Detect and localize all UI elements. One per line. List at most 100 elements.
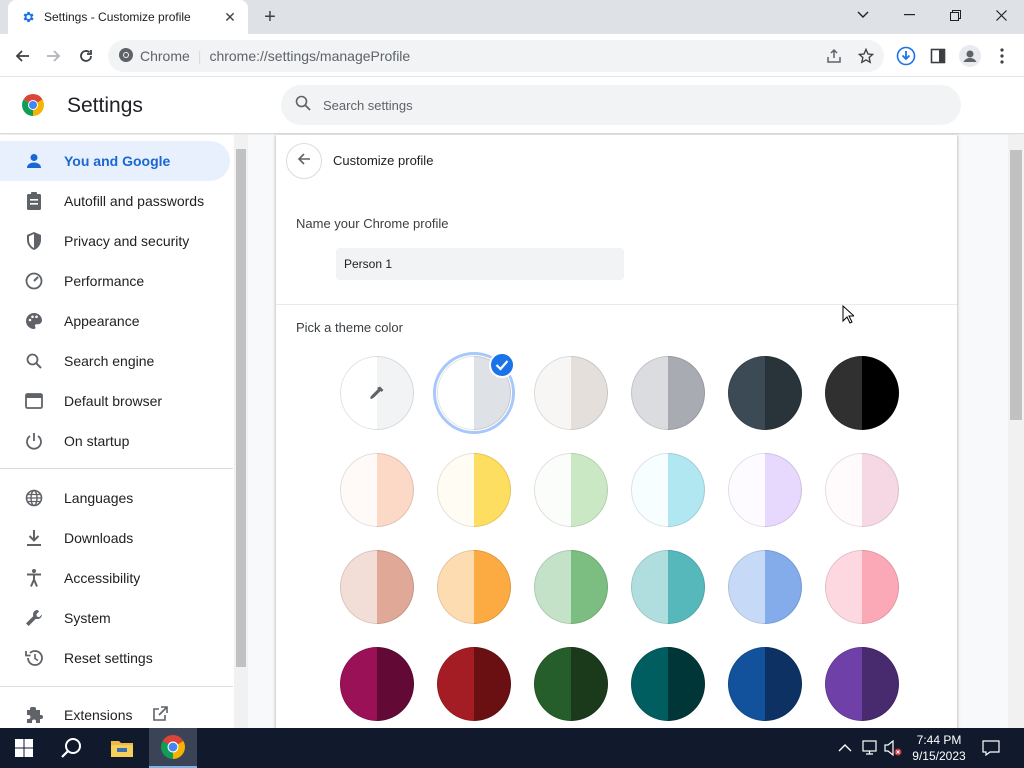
- tab-search-chevron-icon[interactable]: [840, 0, 886, 30]
- bookmark-star-icon[interactable]: [852, 42, 880, 70]
- search-placeholder: Search settings: [323, 97, 413, 113]
- custom-color-swatch[interactable]: [340, 356, 414, 430]
- side-panel-icon[interactable]: [924, 42, 952, 70]
- external-link-icon: [152, 705, 169, 725]
- profile-avatar-icon[interactable]: [956, 42, 984, 70]
- sidebar-item-label: Search engine: [64, 353, 155, 369]
- sidebar-item-performance[interactable]: Performance: [0, 261, 230, 301]
- palette-icon: [24, 311, 44, 331]
- puzzle-icon: [24, 705, 44, 725]
- close-window-button[interactable]: [978, 0, 1024, 30]
- theme-color-swatch[interactable]: [631, 356, 705, 430]
- profile-name-input[interactable]: [336, 248, 624, 280]
- settings-sidebar: You and Google Autofill and passwords Pr…: [0, 135, 233, 728]
- search-icon: [295, 95, 311, 116]
- restore-button[interactable]: [932, 0, 978, 30]
- theme-color-swatch[interactable]: [534, 453, 608, 527]
- download-icon: [24, 528, 44, 548]
- sidebar-item-downloads[interactable]: Downloads: [0, 518, 230, 558]
- taskbar-search-icon[interactable]: [48, 728, 96, 768]
- chrome-taskbar-icon[interactable]: [149, 728, 197, 768]
- new-tab-button[interactable]: +: [258, 6, 282, 28]
- theme-color-swatch[interactable]: [340, 647, 414, 721]
- theme-color-swatch[interactable]: [825, 550, 899, 624]
- mouse-cursor-icon: [842, 304, 856, 329]
- theme-color-swatch[interactable]: [340, 453, 414, 527]
- back-arrow-icon[interactable]: [8, 42, 36, 70]
- download-status-icon[interactable]: [892, 42, 920, 70]
- selected-check-icon: [489, 352, 515, 378]
- person-icon: [24, 151, 44, 171]
- chrome-logo-icon: [22, 94, 44, 116]
- theme-color-swatch[interactable]: [534, 647, 608, 721]
- sidebar-item-reset[interactable]: Reset settings: [0, 638, 230, 678]
- theme-color-swatch[interactable]: [437, 453, 511, 527]
- tab-close-icon[interactable]: ✕: [222, 9, 238, 25]
- clock-time: 7:44 PM: [916, 733, 962, 747]
- sidebar-item-default-browser[interactable]: Default browser: [0, 381, 230, 421]
- sidebar-item-appearance[interactable]: Appearance: [0, 301, 230, 341]
- theme-color-swatch[interactable]: [340, 550, 414, 624]
- sidebar-item-languages[interactable]: Languages: [0, 478, 230, 518]
- settings-title: Settings: [67, 94, 143, 117]
- omnibox-url: chrome://settings/manageProfile: [209, 48, 411, 64]
- sidebar-item-system[interactable]: System: [0, 598, 230, 638]
- windows-taskbar: 7:44 PM 9/15/2023: [0, 728, 1024, 768]
- theme-color-swatch[interactable]: [631, 453, 705, 527]
- theme-color-swatch[interactable]: [437, 647, 511, 721]
- sidebar-item-label: Languages: [64, 490, 134, 506]
- back-button[interactable]: [286, 143, 322, 179]
- search-settings-field[interactable]: Search settings: [281, 85, 961, 125]
- menu-kebab-icon[interactable]: [988, 42, 1016, 70]
- chrome-site-icon: [118, 47, 134, 66]
- sidebar-item-privacy[interactable]: Privacy and security: [0, 221, 230, 261]
- theme-color-swatch[interactable]: [825, 356, 899, 430]
- notifications-icon[interactable]: [982, 740, 1000, 761]
- theme-color-swatch[interactable]: [728, 356, 802, 430]
- sidebar-item-you-and-google[interactable]: You and Google: [0, 141, 230, 181]
- omnibox[interactable]: Chrome | chrome://settings/manageProfile: [108, 40, 884, 72]
- sidebar-item-label: Privacy and security: [64, 233, 190, 249]
- sidebar-divider: [0, 686, 233, 687]
- forward-arrow-icon[interactable]: [40, 42, 68, 70]
- network-icon[interactable]: [862, 740, 880, 761]
- theme-color-swatch[interactable]: [534, 356, 608, 430]
- share-icon[interactable]: [820, 42, 848, 70]
- theme-color-swatch[interactable]: [534, 550, 608, 624]
- sidebar-item-accessibility[interactable]: Accessibility: [0, 558, 230, 598]
- sidebar-item-on-startup[interactable]: On startup: [0, 421, 230, 461]
- screen: Settings - Customize profile ✕ + Chrome …: [0, 0, 1024, 768]
- theme-color-swatch[interactable]: [631, 550, 705, 624]
- tab-strip: Settings - Customize profile ✕ +: [0, 0, 1024, 34]
- shield-icon: [24, 231, 44, 251]
- sidebar-item-label: Extensions: [64, 707, 133, 723]
- omnibox-site-label: Chrome: [140, 48, 190, 64]
- theme-color-swatch[interactable]: [825, 647, 899, 721]
- clock-date: 9/15/2023: [912, 749, 966, 763]
- sidebar-item-label: Autofill and passwords: [64, 193, 205, 209]
- theme-color-swatch[interactable]: [728, 647, 802, 721]
- reload-icon[interactable]: [72, 42, 100, 70]
- tray-chevron-up-icon[interactable]: [838, 740, 852, 758]
- sidebar-item-autofill[interactable]: Autofill and passwords: [0, 181, 230, 221]
- theme-color-swatch[interactable]: [437, 550, 511, 624]
- sidebar-item-search-engine[interactable]: Search engine: [0, 341, 230, 381]
- sidebar-item-label: Accessibility: [64, 570, 141, 586]
- volume-muted-icon[interactable]: [884, 739, 902, 761]
- sidebar-scrollbar-thumb[interactable]: [236, 149, 246, 667]
- main-scrollbar-thumb[interactable]: [1010, 150, 1022, 420]
- wrench-icon: [24, 608, 44, 628]
- theme-color-swatch[interactable]: [631, 647, 705, 721]
- clipboard-icon: [24, 191, 44, 211]
- minimize-button[interactable]: [886, 0, 932, 30]
- tab-settings[interactable]: Settings - Customize profile ✕: [8, 0, 248, 34]
- theme-color-swatch[interactable]: [728, 453, 802, 527]
- theme-color-swatch[interactable]: [728, 550, 802, 624]
- taskbar-clock[interactable]: 7:44 PM 9/15/2023: [904, 732, 974, 764]
- browser-toolbar: Chrome | chrome://settings/manageProfile: [0, 34, 1024, 77]
- file-explorer-icon[interactable]: [98, 728, 146, 768]
- theme-color-swatch[interactable]: [825, 453, 899, 527]
- windows-start-icon[interactable]: [0, 728, 48, 768]
- sidebar-item-extensions[interactable]: Extensions: [0, 695, 230, 728]
- sidebar-divider: [0, 468, 233, 469]
